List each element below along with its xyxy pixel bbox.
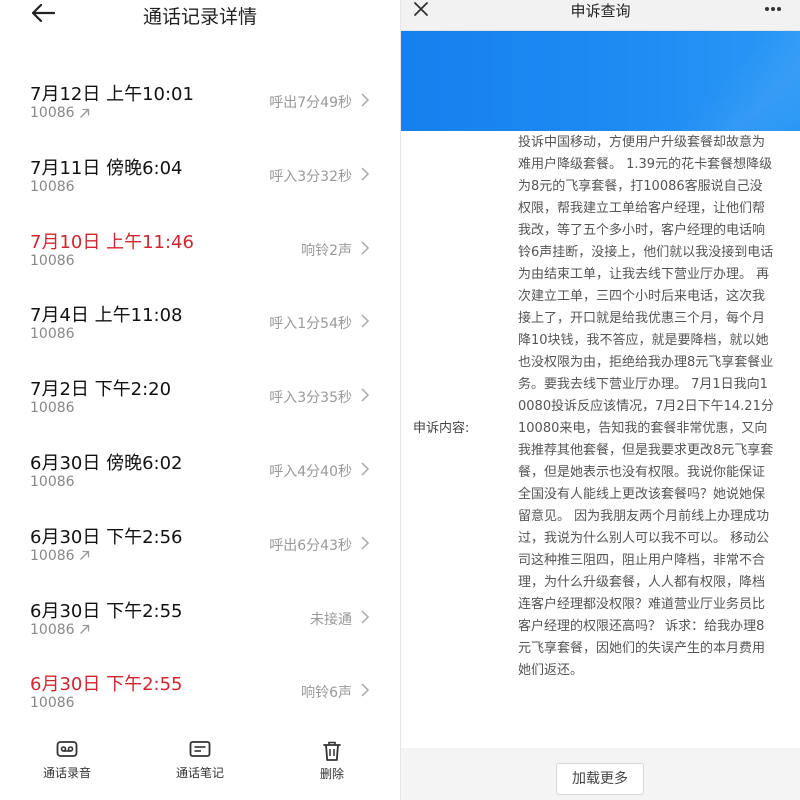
chevron-right-icon [361,388,370,402]
call-recording-label: 通话录音 [42,766,91,780]
call-number-text: 10086 [30,178,75,195]
call-status: 呼入4分40秒 [269,463,352,480]
call-number: 10086 [30,400,75,416]
recording-icon [56,741,78,757]
call-date: 7月4日 上午11:08 [30,305,183,327]
call-date: 6月30日 下午2:55 [30,674,183,696]
call-row[interactable]: 6月30日 下午2:55 10086 响铃6声 [0,664,400,738]
outgoing-call-icon [79,108,89,118]
call-number: 10086 [30,105,90,121]
call-status: 呼入3分35秒 [269,390,352,407]
call-recording-button[interactable]: 通话录音 [22,735,112,781]
complaint-title: 申诉查询 [570,2,631,20]
call-date: 7月10日 上午11:46 [30,231,194,253]
call-row[interactable]: 6月30日 下午2:56 10086 呼出6分43秒 [0,517,400,591]
call-number-text: 10086 [30,695,75,712]
delete-button[interactable]: 删除 [287,735,377,782]
call-number: 10086 [30,253,75,269]
call-number-text: 10086 [30,547,75,564]
call-number: 10086 [30,326,75,342]
call-log-header: 通话记录详情 [0,0,400,30]
call-number-text: 10086 [30,105,75,121]
notes-icon [189,741,211,757]
call-number-text: 10086 [30,400,75,417]
call-date: 7月11日 傍晚6:04 [30,157,183,179]
call-row[interactable]: 7月11日 傍晚6:04 10086 呼入3分32秒 [0,148,400,222]
chevron-right-icon [361,93,370,107]
call-row[interactable]: 6月30日 傍晚6:02 10086 呼入4分40秒 [0,443,400,517]
call-date: 6月30日 傍晚6:02 [30,452,183,474]
call-row[interactable]: 6月30日 下午2:55 10086 未接通 [0,591,400,665]
call-log-panel: 通话记录详情 7月12日 上午10:01 10086 呼出7分49秒 7月11日 傍晚… [0,0,400,800]
header-banner [401,31,800,131]
call-status: 响铃2声 [301,242,352,259]
load-more-button[interactable]: 加载更多 [556,763,644,795]
call-number: 10086 [30,474,75,490]
delete-label: 删除 [319,767,344,781]
chevron-right-icon [361,536,370,550]
trash-icon [323,741,341,761]
call-date: 7月12日 上午10:01 [30,84,194,105]
call-status: 响铃6声 [301,685,352,702]
call-status: 呼入1分54秒 [269,316,352,333]
call-list: 7月12日 上午10:01 10086 呼出7分49秒 7月11日 傍晚6:04 100… [0,74,400,738]
outgoing-call-icon [79,551,89,561]
call-row[interactable]: 7月2日 下午2:20 10086 呼入3分35秒 [0,369,400,443]
call-notes-label: 通话笔记 [175,766,224,780]
call-status: 未接通 [310,611,352,628]
call-number: 10086 [30,548,90,564]
call-status: 呼出7分49秒 [269,95,352,111]
call-date: 6月30日 下午2:56 [30,526,183,548]
outgoing-call-icon [79,624,89,635]
call-date: 7月2日 下午2:20 [30,379,172,401]
chevron-right-icon [361,683,370,697]
call-date: 6月30日 下午2:55 [30,600,183,622]
call-number-text: 10086 [30,326,75,343]
chevron-right-icon [361,167,370,181]
call-number: 10086 [30,695,75,711]
call-row[interactable]: 7月10日 上午11:46 10086 响铃2声 [0,222,400,296]
call-status: 呼入3分32秒 [269,168,352,185]
chevron-right-icon [361,610,370,624]
call-number-text: 10086 [30,252,75,269]
call-number-text: 10086 [30,621,75,638]
more-options-icon[interactable] [764,6,782,12]
call-status: 呼出6分43秒 [269,537,352,554]
complaint-content-text: 投诉中国移动，方便用户升级套餐却故意为难用户降级套餐。 1.39元的花卡套餐想降… [518,135,774,678]
call-row[interactable]: 7月4日 上午11:08 10086 呼入1分54秒 [0,295,400,369]
chevron-right-icon [361,241,370,255]
call-number: 10086 [30,179,75,195]
complaint-header: 申诉查询 [401,0,800,31]
complaint-content-label: 申诉内容: [413,421,470,436]
call-number: 10086 [30,622,90,638]
complaint-panel: 申诉查询 申诉内容: 投诉中国移动，方便用户升级套餐却故意为难用户降级套餐。 1… [401,0,800,800]
call-row[interactable]: 7月12日 上午10:01 10086 呼出7分49秒 [0,74,400,148]
chevron-right-icon [361,314,370,328]
call-notes-button[interactable]: 通话笔记 [155,735,245,781]
bottom-toolbar: 通话录音 通话笔记 删除 [0,735,400,795]
chevron-right-icon [361,462,370,476]
page-title: 通话记录详情 [142,6,257,28]
call-number-text: 10086 [30,473,75,490]
